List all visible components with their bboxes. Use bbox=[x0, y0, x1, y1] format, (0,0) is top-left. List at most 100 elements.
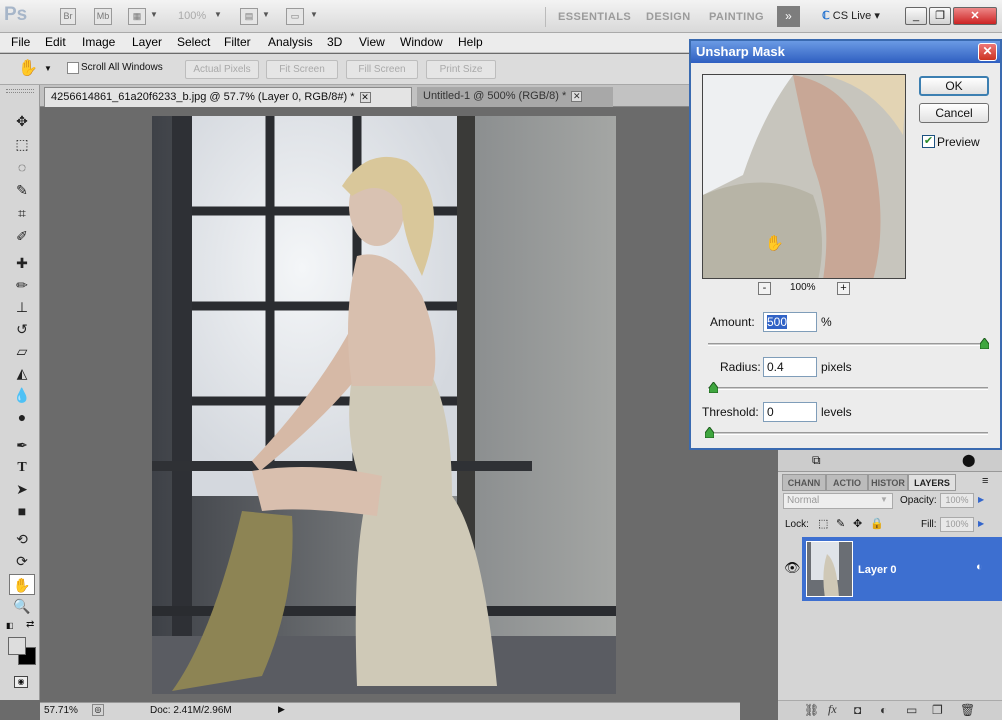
minimize-button[interactable]: _ bbox=[905, 7, 927, 25]
menu-window[interactable]: Window bbox=[400, 35, 443, 49]
menu-layer[interactable]: Layer bbox=[132, 35, 162, 49]
preview-checkbox[interactable]: ✔ bbox=[922, 135, 935, 148]
pen-tool-icon[interactable]: ✒ bbox=[9, 435, 35, 456]
move-tool-icon[interactable]: ✥ bbox=[9, 111, 35, 132]
crop-tool-icon[interactable]: ⌗ bbox=[9, 203, 35, 224]
layer-row[interactable]: Layer 0 ◐ bbox=[802, 537, 1002, 601]
panel-menu-icon[interactable]: ≡ bbox=[982, 475, 988, 487]
dialog-title[interactable]: Unsharp Mask bbox=[691, 41, 1000, 63]
quick-selection-tool-icon[interactable]: ✎ bbox=[9, 180, 35, 201]
amount-field[interactable]: 500 bbox=[763, 312, 817, 332]
panel-grip[interactable] bbox=[6, 89, 34, 93]
workspace-painting[interactable]: PAINTING bbox=[709, 11, 764, 23]
fill-field[interactable]: 100% bbox=[940, 517, 974, 532]
foreground-color-swatch-top[interactable] bbox=[8, 637, 26, 655]
zoom-out-button[interactable]: - bbox=[758, 282, 771, 295]
blend-dropdown-icon[interactable]: ▼ bbox=[880, 495, 888, 504]
opacity-field[interactable]: 100% bbox=[940, 493, 974, 508]
dialog-close-button[interactable]: ✕ bbox=[978, 43, 997, 61]
filter-preview-window[interactable]: ✋ bbox=[702, 74, 906, 279]
new-layer-icon[interactable]: ❐ bbox=[932, 703, 943, 717]
bridge-icon[interactable]: Br bbox=[60, 8, 76, 25]
menu-view[interactable]: View bbox=[359, 35, 385, 49]
status-menu-arrow-icon[interactable]: ▶ bbox=[278, 704, 285, 715]
threshold-field[interactable]: 0 bbox=[763, 402, 817, 422]
eraser-tool-icon[interactable]: ▱ bbox=[9, 341, 35, 362]
layer-visibility-eye-icon[interactable]: 👁 bbox=[784, 560, 801, 576]
screen-mode-dropdown-icon[interactable]: ▼ bbox=[310, 10, 318, 19]
amount-slider-thumb[interactable] bbox=[980, 338, 989, 349]
ok-button[interactable]: OK bbox=[919, 76, 989, 96]
hand-tool-preset-icon[interactable]: ✋ bbox=[18, 58, 38, 78]
navigator-icon[interactable]: ⧉ bbox=[812, 453, 821, 468]
brush-presets-icon[interactable]: ⬤ bbox=[962, 453, 975, 467]
3d-orbit-tool-icon[interactable]: ⟳ bbox=[9, 551, 35, 572]
path-selection-tool-icon[interactable]: ➤ bbox=[9, 479, 35, 500]
print-size-button[interactable]: Print Size bbox=[426, 60, 496, 79]
menu-image[interactable]: Image bbox=[82, 35, 115, 49]
eyedropper-tool-icon[interactable]: ✐ bbox=[9, 226, 35, 247]
view-extras-dropdown-icon[interactable]: ▼ bbox=[150, 10, 158, 19]
new-group-icon[interactable]: ▭ bbox=[906, 703, 917, 717]
tab-actions[interactable]: ACTIO bbox=[826, 474, 868, 491]
lasso-tool-icon[interactable]: ◌ bbox=[9, 157, 35, 178]
more-workspaces-button[interactable]: » bbox=[777, 6, 800, 27]
lock-image-icon[interactable]: ✎ bbox=[836, 517, 845, 530]
menu-3d[interactable]: 3D bbox=[327, 35, 342, 49]
marquee-tool-icon[interactable]: ⬚ bbox=[9, 134, 35, 155]
tab-document-photo[interactable]: 4256614861_61a20f6233_b.jpg @ 57.7% (Lay… bbox=[44, 87, 412, 107]
add-mask-icon[interactable]: ◘ bbox=[854, 703, 861, 717]
view-extras-icon[interactable]: ▦ bbox=[128, 8, 146, 25]
document-image[interactable] bbox=[152, 116, 616, 694]
hand-tool-icon[interactable]: ✋ bbox=[9, 574, 35, 595]
close-window-button[interactable]: ✕ bbox=[953, 7, 997, 25]
blur-tool-icon[interactable]: 💧 bbox=[9, 385, 35, 406]
workspace-design[interactable]: DESIGN bbox=[646, 11, 691, 23]
rectangle-tool-icon[interactable]: ■ bbox=[9, 501, 35, 522]
lock-all-icon[interactable]: 🔒 bbox=[870, 517, 884, 530]
opacity-slider-arrow-icon[interactable]: ▶ bbox=[978, 495, 984, 504]
restore-button[interactable]: ❐ bbox=[929, 7, 951, 25]
dodge-tool-icon[interactable]: ● bbox=[9, 407, 35, 428]
tab-history[interactable]: HISTOR bbox=[868, 474, 908, 491]
lock-transparent-icon[interactable]: ⬚ bbox=[818, 517, 828, 530]
tab-channels[interactable]: CHANN bbox=[782, 474, 826, 491]
brush-tool-icon[interactable]: ✏ bbox=[9, 275, 35, 296]
menu-help[interactable]: Help bbox=[458, 35, 483, 49]
zoom-tool-icon[interactable]: 🔍 bbox=[9, 596, 35, 617]
fill-slider-arrow-icon[interactable]: ▶ bbox=[978, 519, 984, 528]
actual-pixels-button[interactable]: Actual Pixels bbox=[185, 60, 259, 79]
menu-file[interactable]: File bbox=[11, 35, 30, 49]
menu-edit[interactable]: Edit bbox=[45, 35, 66, 49]
smart-filter-icon[interactable]: ◐ bbox=[976, 561, 983, 573]
zoom-level-dropdown-icon[interactable]: ▼ bbox=[214, 10, 222, 19]
close-tab-icon[interactable]: ✕ bbox=[571, 91, 583, 102]
swap-colors-icon[interactable]: ⇄ bbox=[26, 619, 34, 630]
default-colors-icon[interactable]: ◧ bbox=[6, 621, 14, 630]
3d-rotate-tool-icon[interactable]: ⟲ bbox=[9, 529, 35, 550]
zoom-in-button[interactable]: + bbox=[837, 282, 850, 295]
history-brush-tool-icon[interactable]: ↺ bbox=[9, 319, 35, 340]
healing-brush-tool-icon[interactable]: ✚ bbox=[9, 253, 35, 274]
arrange-documents-icon[interactable]: ▤ bbox=[240, 8, 258, 25]
paint-bucket-tool-icon[interactable]: ◭ bbox=[9, 363, 35, 384]
zoom-level-field[interactable]: 57.71% bbox=[44, 705, 78, 716]
screen-mode-icon[interactable]: ▭ bbox=[286, 8, 304, 25]
scroll-all-windows-checkbox[interactable] bbox=[67, 62, 79, 74]
adjustment-layer-icon[interactable]: ◐ bbox=[880, 703, 887, 717]
workspace-essentials[interactable]: ESSENTIALS bbox=[558, 11, 631, 23]
layer-name[interactable]: Layer 0 bbox=[858, 564, 897, 576]
close-tab-icon[interactable]: ✕ bbox=[359, 92, 371, 103]
status-info-icon[interactable]: ◎ bbox=[92, 704, 104, 716]
arrange-dropdown-icon[interactable]: ▼ bbox=[262, 10, 270, 19]
type-tool-icon[interactable]: T bbox=[9, 457, 35, 478]
radius-field[interactable]: 0.4 bbox=[763, 357, 817, 377]
cancel-button[interactable]: Cancel bbox=[919, 103, 989, 123]
menu-filter[interactable]: Filter bbox=[224, 35, 251, 49]
fill-screen-button[interactable]: Fill Screen bbox=[346, 60, 418, 79]
fx-icon[interactable]: fx bbox=[828, 702, 837, 717]
tab-layers[interactable]: LAYERS bbox=[908, 474, 956, 491]
menu-analysis[interactable]: Analysis bbox=[268, 35, 313, 49]
threshold-slider[interactable] bbox=[708, 432, 988, 435]
cs-live-button[interactable]: ℂ CS Live ▾ bbox=[822, 9, 880, 22]
